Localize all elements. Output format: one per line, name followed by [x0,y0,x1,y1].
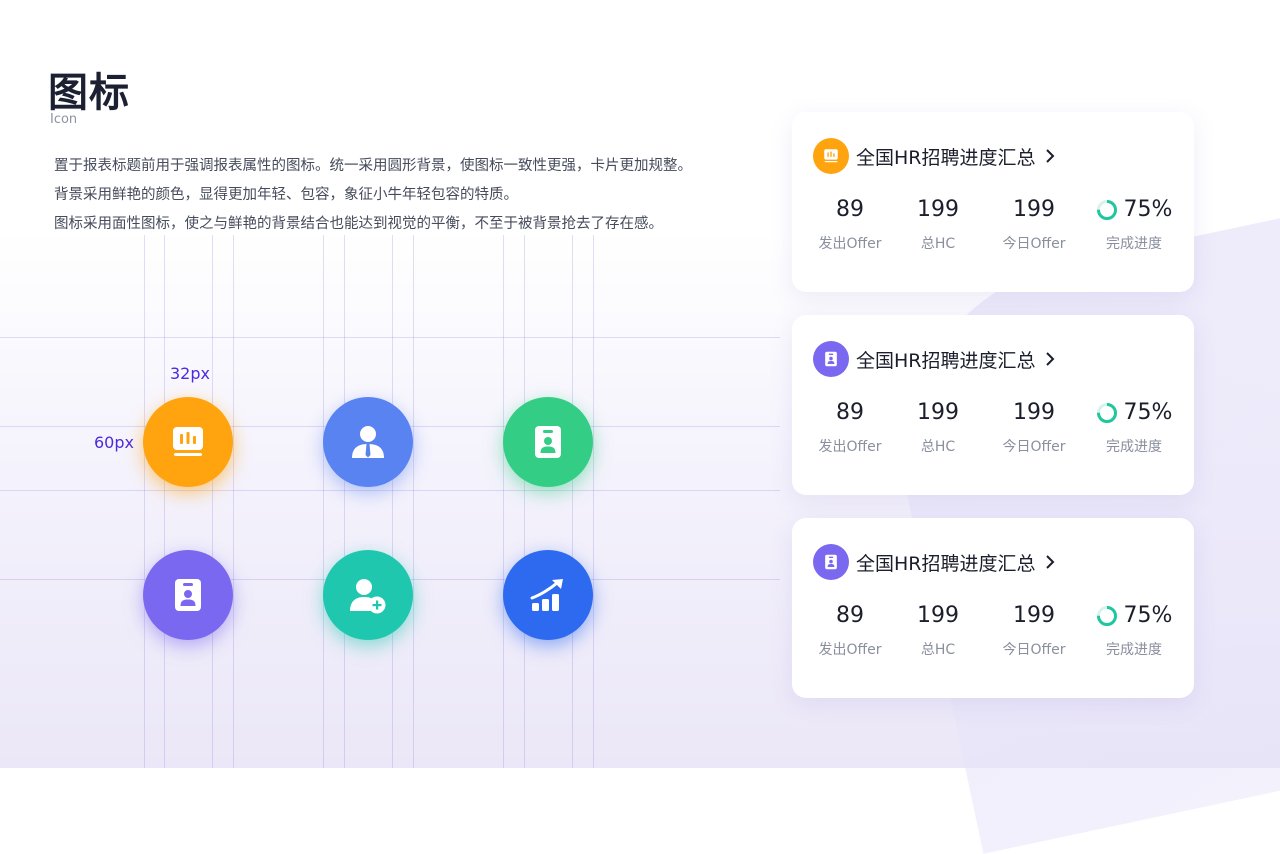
stat-total-hc: 199 总HC [917,603,959,658]
stat-progress: 75% 完成进度 [1084,399,1184,456]
stat-today-offers: 199 今日Offer [1002,197,1066,252]
page-subtitle: Icon [50,112,78,127]
id-badge-icon [813,341,849,377]
card-header[interactable]: 全国HR招聘进度汇总 [813,138,1056,174]
description-line: 图标采用面性图标，使之与鲜艳的背景结合也能达到视觉的平衡，不至于被背景抢去了存在… [54,216,663,232]
stat-offers: 89 发出Offer [818,603,882,658]
user-add-icon [323,550,413,640]
card-header[interactable]: 全国HR招聘进度汇总 [813,341,1056,377]
progress-ring-icon [1096,200,1117,220]
user-tie-icon [323,397,413,487]
card-title: 全国HR招聘进度汇总 [856,552,1036,575]
progress-ring-icon [1096,403,1117,423]
description-line: 背景采用鲜艳的颜色，显得更加年轻、包容，象征小牛年轻包容的特质。 [54,187,518,203]
chevron-right-icon[interactable] [1044,554,1056,570]
description-line: 置于报表标题前用于强调报表属性的图标。统一采用圆形背景，使图标一致性更强，卡片更… [54,158,692,174]
icon-size-label: 32px [170,364,210,383]
chevron-right-icon[interactable] [1044,351,1056,367]
progress-ring-icon [1096,606,1117,626]
page-title: 图标 [48,70,130,116]
growth-chart-icon [503,550,593,640]
card-header[interactable]: 全国HR招聘进度汇总 [813,544,1056,580]
card-title: 全国HR招聘进度汇总 [856,146,1036,169]
stat-today-offers: 199 今日Offer [1002,400,1066,455]
stat-total-hc: 199 总HC [917,400,959,455]
circle-size-label: 60px [94,433,134,452]
stat-progress: 75% 完成进度 [1084,196,1184,253]
id-badge-icon [813,544,849,580]
card-title: 全国HR招聘进度汇总 [856,349,1036,372]
id-badge-icon [503,397,593,487]
summary-card: 全国HR招聘进度汇总 89 发出Offer 199 总HC 199 今日Offer 7… [792,315,1194,495]
chevron-right-icon[interactable] [1044,148,1056,164]
summary-card: 全国HR招聘进度汇总 89 发出Offer 199 总HC 199 今日Offer 7… [792,112,1194,292]
stat-progress: 75% 完成进度 [1084,602,1184,659]
stat-offers: 89 发出Offer [818,197,882,252]
description: 置于报表标题前用于强调报表属性的图标。统一采用圆形背景，使图标一致性更强，卡片更… [54,152,774,239]
summary-card: 全国HR招聘进度汇总 89 发出Offer 199 总HC 199 今日Offer 7… [792,518,1194,698]
stat-offers: 89 发出Offer [818,400,882,455]
chart-board-icon [813,138,849,174]
stat-today-offers: 199 今日Offer [1002,603,1066,658]
id-badge-icon [143,550,233,640]
chart-board-icon [143,397,233,487]
stat-total-hc: 199 总HC [917,197,959,252]
